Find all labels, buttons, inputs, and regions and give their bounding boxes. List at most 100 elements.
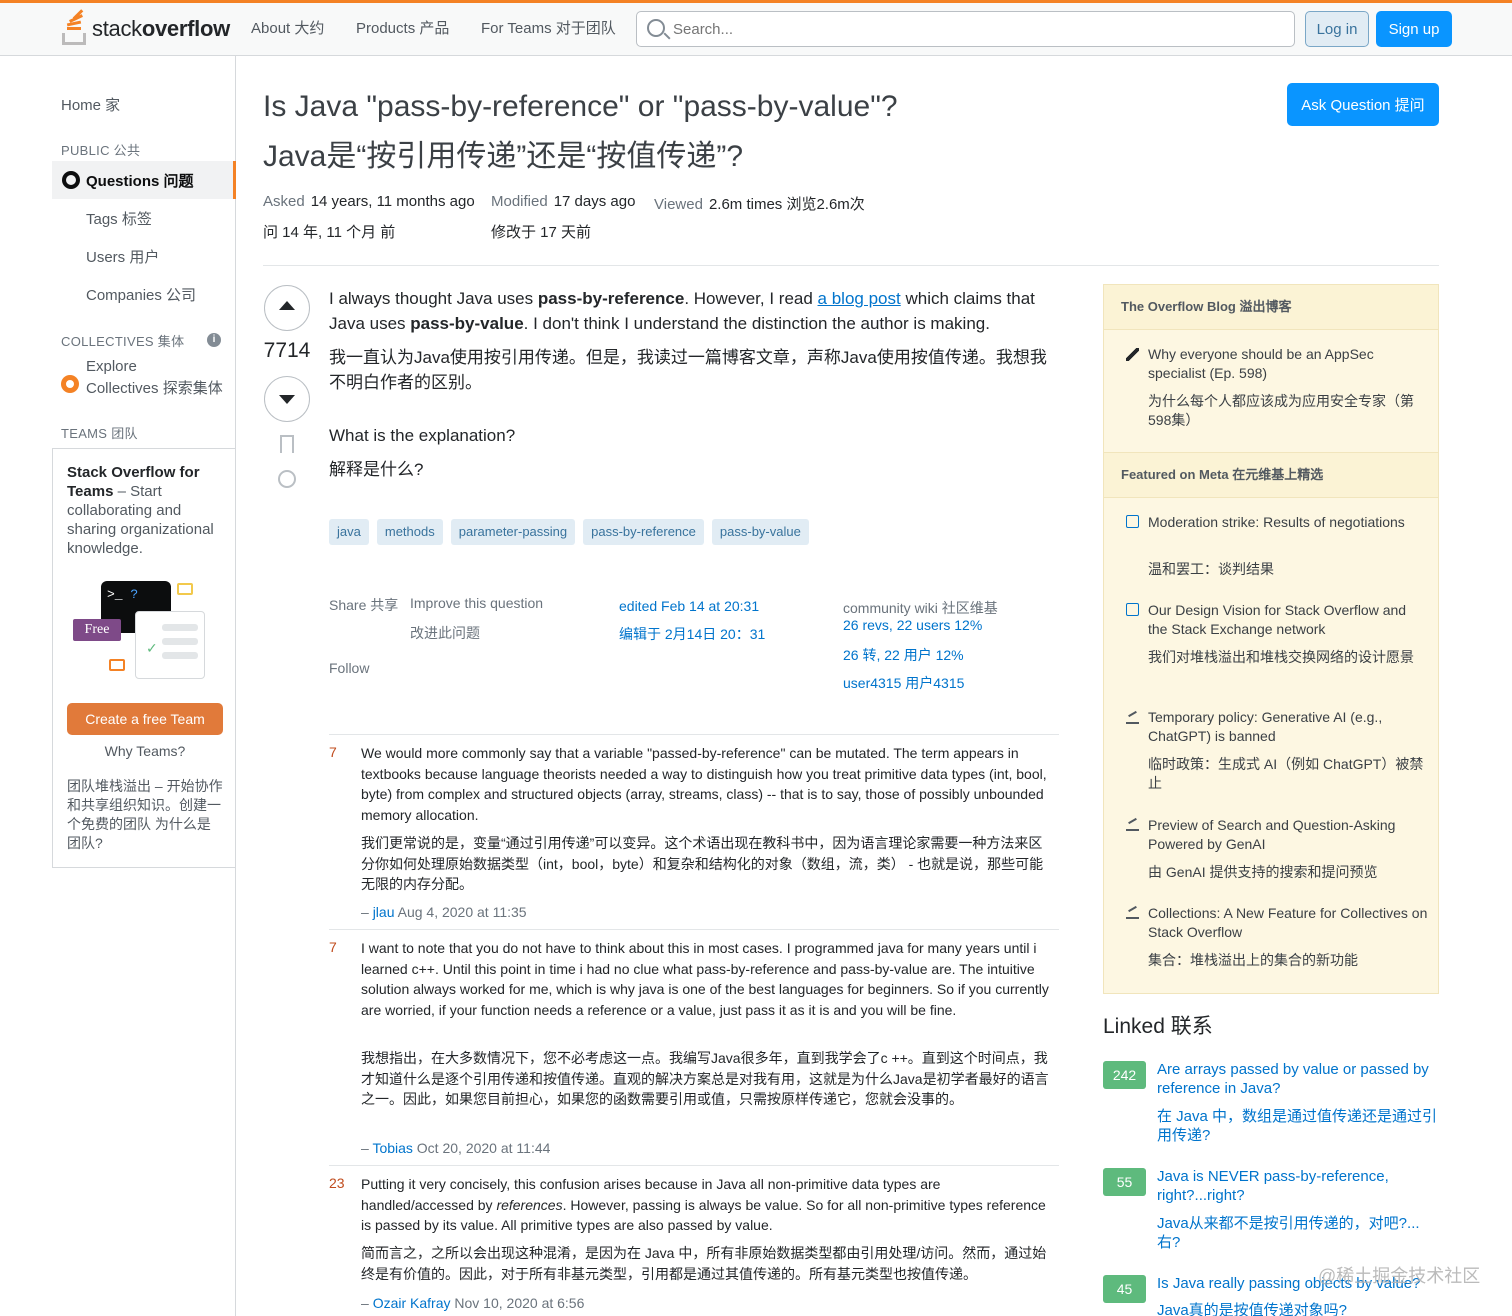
meta-item-link[interactable]: Our Design Vision for Stack Overflow and… [1148,601,1428,639]
teams-promo-text: Stack Overflow for Teams – Start collabo… [67,463,227,558]
modified-info-cn: 修改于 17 天前 [491,224,592,241]
nav-about[interactable]: About 大约 [251,17,324,38]
meta-item-link[interactable]: Preview of Search and Question-Asking Po… [1148,816,1428,854]
question-body-paragraph-1-cn: 我一直认为Java使用按引用传递。但是，我读过一篇博客文章，声称Java使用按值… [329,348,1047,392]
meta-heading: Featured on Meta 在元维基上精选 [1104,452,1438,498]
blog-item-cn: 为什么每个人都应该成为应用安全专家（第598集） [1148,393,1414,428]
meta-item-cn: 临时政策：生成式 AI（例如 ChatGPT）被禁止 [1148,756,1424,791]
linked-score: 55 [1103,1168,1146,1196]
tag-java[interactable]: java [329,519,369,545]
linked-score: 242 [1103,1061,1146,1089]
modified-info: Modified 17 days ago [491,193,635,210]
nav-for-teams[interactable]: For Teams 对于团队 [481,17,616,38]
share-link[interactable]: Share 共享 [329,595,398,615]
sidebar-item-users[interactable]: Users 用户 [86,246,159,267]
linked-question-link[interactable]: Java is NEVER pass-by-reference, right?.… [1157,1167,1439,1205]
comment-author: – Tobias Oct 20, 2020 at 11:44 [361,1140,551,1156]
vote-count: 7714 [263,339,311,362]
tag-methods[interactable]: methods [376,519,443,545]
question-title-cn: Java是“按引用传递”还是“按值传递”? [263,140,744,173]
comment-date[interactable]: Nov 10, 2020 at 6:56 [454,1295,584,1311]
linked-question-link[interactable]: Are arrays passed by value or passed by … [1157,1060,1439,1098]
comment-author: – Ozair Kafray Nov 10, 2020 at 6:56 [361,1295,585,1311]
comment-text-cn: 我想指出，在大多数情况下，您不必考虑这一点。我编写Java很多年，直到我学会了c… [361,1050,1049,1107]
blog-item-link[interactable]: Why everyone should be an AppSec special… [1148,345,1428,383]
tag-list: java methods parameter-passing pass-by-r… [329,519,809,545]
question-body-paragraph-2: What is the explanation? [329,426,516,445]
downvote-button[interactable] [264,376,310,422]
logo-text-light: stack [92,16,142,41]
asked-info-cn: 问 14 年, 11 个月 前 [263,224,396,241]
comment-score: 7 [329,939,337,955]
follow-link[interactable]: Follow [329,660,369,676]
ask-question-button[interactable]: Ask Question 提问 [1287,83,1439,126]
blog-heading: The Overflow Blog 溢出博客 [1104,284,1438,330]
comment-date[interactable]: Oct 20, 2020 at 11:44 [417,1140,551,1156]
linked-question-link-cn[interactable]: Java从来都不是按引用传递的，对吧?...右? [1157,1214,1439,1252]
sidebar-heading-collectives: COLLECTIVES 集体 [61,334,185,349]
meta-item-cn: 由 GenAI 提供支持的搜索和提问预览 [1148,864,1378,880]
comment-score: 23 [329,1175,345,1191]
comment-date[interactable]: Aug 4, 2020 at 11:35 [398,904,527,920]
divider [263,265,1439,266]
edited-link[interactable]: edited Feb 14 at 20:31 [619,598,759,614]
arrow-up-icon [279,301,295,310]
modified-value[interactable]: 17 days ago [554,193,636,210]
comment-user-link[interactable]: Tobias [372,1140,412,1156]
history-icon[interactable] [278,470,296,488]
stack-exchange-icon [1126,906,1139,919]
revisions-link-cn[interactable]: 26 转, 22 用户 12% [843,645,964,665]
comment-user-link[interactable]: Ozair Kafray [373,1295,451,1311]
sidebar-item-tags[interactable]: Tags 标签 [86,208,152,229]
stack-exchange-icon [1126,711,1139,724]
asked-info: Asked 14 years, 11 months ago [263,193,475,210]
meta-item-link[interactable]: Temporary policy: Generative AI (e.g., C… [1148,708,1428,746]
linked-score: 45 [1103,1275,1146,1303]
sidebar-item-questions[interactable]: Questions 问题 [52,161,236,199]
logo-text-bold: overflow [141,16,230,41]
explore-collectives-line1[interactable]: Explore [86,358,137,375]
search-input[interactable] [673,18,1273,40]
chat-bubble-icon [177,583,193,595]
meta-item-link[interactable]: Moderation strike: Results of negotiatio… [1148,513,1428,532]
tag-parameter-passing[interactable]: parameter-passing [450,519,576,545]
meta-item-cn: 温和罢工：谈判结果 [1148,561,1274,577]
revisions-link[interactable]: 26 revs, 22 users 12% [843,617,982,633]
nav-products[interactable]: Products 产品 [356,17,449,38]
watermark: @稀土掘金技术社区 [1318,1266,1481,1286]
arrow-down-icon [279,395,295,404]
create-free-team-button[interactable]: Create a free Team [67,703,223,735]
linked-question-link-cn[interactable]: Java真的是按值传递对象吗? [1157,1301,1439,1316]
overflow-blog-widget: The Overflow Blog 溢出博客 Why everyone shou… [1103,284,1439,994]
question-body-paragraph-1: I always thought Java uses pass-by-refer… [329,289,1035,333]
tag-pass-by-reference[interactable]: pass-by-reference [583,519,704,545]
blog-post-link[interactable]: a blog post [818,289,901,308]
login-button[interactable]: Log in [1305,11,1369,47]
question-title[interactable]: Is Java "pass-by-reference" or "pass-by-… [263,82,963,182]
signup-button[interactable]: Sign up [1376,11,1452,47]
improve-question-link-cn[interactable]: 改进此问题 [410,623,480,643]
meta-item-cn: 集合：堆栈溢出上的集合的新功能 [1148,952,1358,968]
comment-text: I want to note that you do not have to t… [361,940,1049,1018]
linked-question-link-cn[interactable]: 在 Java 中，数组是通过值传递还是通过引用传递? [1157,1107,1439,1145]
user-link[interactable]: user4315 用户4315 [843,673,964,693]
tag-pass-by-value[interactable]: pass-by-value [711,519,809,545]
search-box[interactable] [636,11,1295,47]
comment-user-link[interactable]: jlau [373,904,395,920]
info-icon[interactable]: i [207,333,221,347]
comment-score: 7 [329,744,337,760]
sidebar-item-companies[interactable]: Companies 公司 [86,284,196,305]
explore-collectives-line2[interactable]: Collectives 探索集体 [86,377,223,398]
meta-item-link[interactable]: Collections: A New Feature for Collectiv… [1148,904,1428,942]
improve-question-link[interactable]: Improve this question [410,595,543,611]
question-title-en[interactable]: Is Java "pass-by-reference" or "pass-by-… [263,82,963,132]
bookmark-icon[interactable] [280,435,294,453]
why-teams-link[interactable]: Why Teams? [53,743,237,759]
stackoverflow-logo[interactable]: stackoverflow [60,9,230,49]
comment-divider [329,929,1059,930]
upvote-button[interactable] [264,285,310,331]
sidebar-item-home[interactable]: Home 家 [61,94,120,115]
edited-link-cn[interactable]: 编辑于 2月14日 20：31 [619,624,765,644]
teams-illustration: >_ ? ✓ Free [73,579,213,679]
question-body-paragraph-2-cn: 解释是什么? [329,460,424,479]
